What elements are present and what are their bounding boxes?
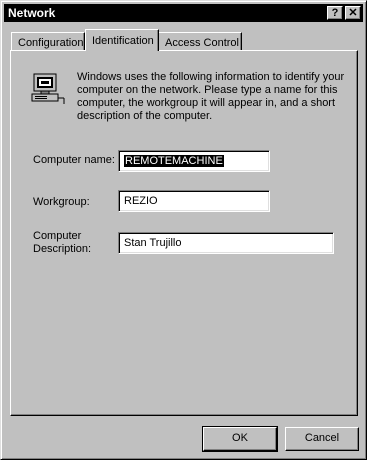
workgroup-label: Workgroup:: [33, 196, 90, 208]
window-title: Network: [8, 6, 56, 20]
computer-description-label: Computer Description:: [33, 230, 92, 255]
identification-panel: Windows uses the following information t…: [10, 50, 358, 416]
tab-access-control[interactable]: Access Control: [158, 32, 242, 51]
network-dialog: Network ? ✕ Configuration Identification…: [0, 0, 367, 460]
close-icon: ✕: [348, 7, 358, 19]
computer-name-input[interactable]: REMOTEMACHINE: [118, 150, 270, 172]
workgroup-input[interactable]: REZIO: [118, 190, 270, 212]
computer-description-input[interactable]: Stan Trujillo: [118, 232, 334, 254]
help-icon: ?: [331, 7, 339, 19]
identification-info-text: Windows uses the following information t…: [77, 71, 345, 122]
close-button[interactable]: ✕: [345, 6, 361, 20]
help-button[interactable]: ?: [327, 6, 343, 20]
cancel-button[interactable]: Cancel: [285, 427, 359, 451]
computer-name-value: REMOTEMACHINE: [124, 155, 224, 167]
ok-button[interactable]: OK: [202, 426, 278, 452]
title-bar[interactable]: Network ? ✕: [4, 4, 363, 22]
computer-description-value: Stan Trujillo: [124, 237, 182, 249]
computer-name-label: Computer name:: [33, 154, 115, 166]
workgroup-value: REZIO: [124, 195, 158, 207]
tab-configuration[interactable]: Configuration: [11, 32, 85, 51]
network-computer-icon: [31, 73, 65, 104]
tab-identification[interactable]: Identification: [85, 29, 159, 51]
